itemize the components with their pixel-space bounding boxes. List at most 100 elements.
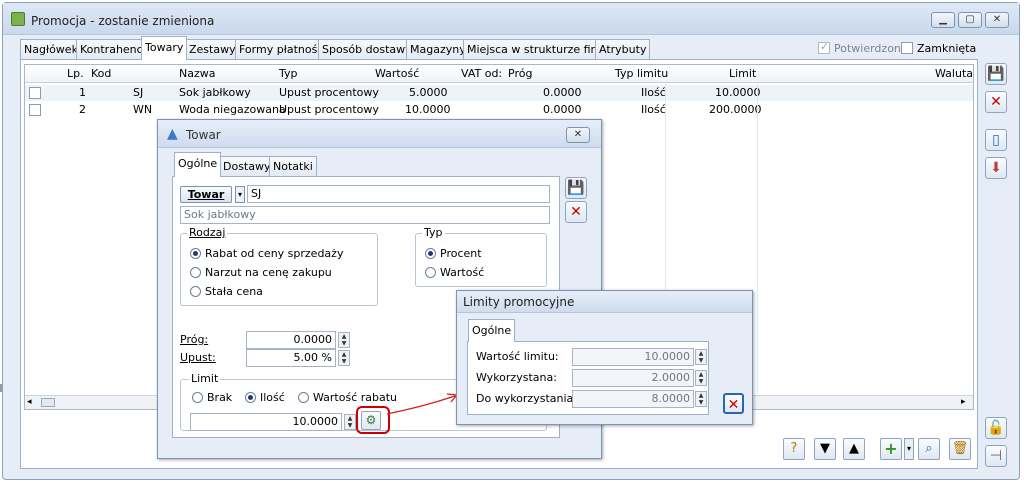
typ-radio-procent[interactable]: [425, 248, 436, 259]
rodzaj-stala-label: Stała cena: [205, 285, 263, 298]
col-lp[interactable]: Lp.: [67, 67, 84, 80]
rodzaj-radio-stala[interactable]: [190, 286, 201, 297]
do-wykorzystania-field[interactable]: 8.0000: [572, 390, 694, 408]
confirmed-label: Potwierdzona: [834, 42, 908, 55]
row-kod: SJ: [133, 86, 144, 99]
row-prog: 0.0000: [543, 103, 582, 116]
upust-label: Upust:: [180, 351, 216, 364]
towar-close-button[interactable]: ✕: [566, 127, 590, 143]
closed-checkbox[interactable]: [901, 42, 913, 54]
upust-field[interactable]: 5.00 %: [246, 349, 336, 367]
col-waluta[interactable]: Waluta: [935, 67, 973, 80]
do-wykorzystania-spinner[interactable]: ▲ ▼: [695, 391, 707, 407]
towar-triangle-icon: ▲: [167, 126, 178, 142]
col-wartosc[interactable]: Wartość: [375, 67, 419, 80]
lock-icon[interactable]: 🔓: [985, 417, 1007, 439]
wartosc-limitu-field[interactable]: 10.0000: [572, 348, 694, 366]
towar-tab-ogolne[interactable]: Ogólne: [174, 152, 222, 177]
row-typ: Upust procentowy: [279, 86, 379, 99]
col-kod[interactable]: Kod: [91, 67, 111, 80]
limit-radio-brak[interactable]: [192, 392, 203, 403]
app-icon: [11, 12, 25, 26]
limity-cancel-icon[interactable]: ✕: [723, 393, 744, 414]
row-checkbox[interactable]: [29, 87, 41, 99]
limit-radio-ilosc[interactable]: [245, 392, 256, 403]
upust-spinner[interactable]: ▲ ▼: [338, 350, 350, 366]
rodzaj-narzut-label: Narzut na cenę zakupu: [205, 266, 332, 279]
cancel-icon[interactable]: ✕: [985, 91, 1007, 113]
towar-cancel-icon[interactable]: ✕: [565, 201, 587, 223]
tab-kontrahenci[interactable]: Kontrahenci: [76, 39, 150, 59]
towar-dropdown-icon[interactable]: ▾: [235, 186, 245, 203]
limit-spinner[interactable]: ▲ ▼: [344, 414, 356, 430]
tab-sposob-dostawy[interactable]: Sposób dostawy: [318, 39, 416, 59]
pin-icon[interactable]: ⊣: [985, 445, 1007, 467]
tab-naglowek[interactable]: Nagłówek: [20, 39, 82, 59]
maximize-button[interactable]: ▢: [958, 12, 982, 28]
row-lp: 2: [79, 103, 86, 116]
wartosc-limitu-spinner[interactable]: ▲ ▼: [695, 349, 707, 365]
wykorzystana-field[interactable]: 2.0000: [572, 369, 694, 387]
save-icon[interactable]: 💾: [985, 63, 1007, 85]
scroll-thumb[interactable]: [41, 398, 55, 407]
typ-radio-wartosc[interactable]: [425, 267, 436, 278]
limity-titlebar: Limity promocyjne: [457, 291, 752, 313]
tab-towary[interactable]: Towary: [141, 36, 188, 60]
col-typ-limitu[interactable]: Typ limitu: [615, 67, 668, 80]
up-icon[interactable]: ▲: [843, 438, 865, 460]
col-vat[interactable]: VAT od:: [461, 67, 502, 80]
towar-name-field[interactable]: Sok jabłkowy: [180, 206, 550, 224]
wykorzystana-label: Wykorzystana:: [476, 371, 557, 384]
gears-icon[interactable]: ⚙: [361, 411, 381, 430]
limit-label: Limit: [189, 372, 221, 385]
col-limit[interactable]: Limit: [729, 67, 756, 80]
scroll-right-icon[interactable]: ▸: [961, 397, 966, 407]
help-icon[interactable]: ?: [783, 438, 805, 460]
tab-atrybuty[interactable]: Atrybuty: [595, 39, 651, 59]
limit-ilosc-label: Ilość: [260, 391, 285, 404]
window-title: Promocja - zostanie zmieniona: [31, 14, 215, 28]
towar-code-field[interactable]: SJ: [247, 185, 550, 203]
table-row[interactable]: 2 WN Woda niegazowana Upust procentowy 1…: [25, 102, 973, 118]
rodzaj-radio-rabat[interactable]: [190, 248, 201, 259]
table-row[interactable]: 1 SJ Sok jabłkowy Upust procentowy 5.000…: [25, 85, 973, 101]
rodzaj-radio-narzut[interactable]: [190, 267, 201, 278]
towar-save-icon[interactable]: 💾: [565, 177, 587, 199]
towar-titlebar: ▲ Towar ✕: [158, 120, 601, 148]
limit-brak-label: Brak: [207, 391, 233, 404]
add-icon[interactable]: +: [880, 438, 902, 460]
limity-tab-ogolne[interactable]: Ogólne: [468, 319, 516, 342]
towar-tab-notatki[interactable]: Notatki: [269, 156, 317, 176]
prog-field[interactable]: 0.0000: [246, 331, 336, 349]
closed-label: Zamknięta: [917, 42, 977, 55]
search-icon[interactable]: ⌕: [918, 438, 940, 460]
confirmed-checkbox[interactable]: ✓: [818, 40, 830, 54]
down-icon[interactable]: ▼: [814, 438, 836, 460]
close-button[interactable]: ✕: [985, 12, 1009, 28]
towar-button[interactable]: Towar: [180, 186, 232, 203]
col-nazwa[interactable]: Nazwa: [179, 67, 215, 80]
col-typ[interactable]: Typ: [279, 67, 298, 80]
row-checkbox[interactable]: [29, 104, 41, 116]
wykorzystana-spinner[interactable]: ▲ ▼: [695, 370, 707, 386]
col-prog[interactable]: Próg: [508, 67, 532, 80]
row-nazwa: Woda niegazowana: [179, 103, 286, 116]
row-wartosc: 5.0000: [409, 86, 448, 99]
row-typ-limitu: Ilość: [641, 103, 666, 116]
row-limit: 10.0000: [715, 86, 761, 99]
towar-tab-dostawy[interactable]: Dostawy: [219, 156, 275, 176]
tab-magazyny[interactable]: Magazyny: [406, 39, 470, 59]
add-dropdown-icon[interactable]: ▾: [904, 438, 914, 460]
scroll-left-icon[interactable]: ◂: [27, 397, 32, 407]
delete-icon[interactable]: 🗑: [949, 438, 971, 460]
tab-zestawy[interactable]: Zestawy: [185, 39, 240, 59]
book-icon[interactable]: ▯: [985, 129, 1007, 151]
minimize-button[interactable]: ▁: [931, 12, 955, 28]
tab-formy-platnosci[interactable]: Formy płatności: [235, 39, 331, 59]
limit-radio-wartosc[interactable]: [298, 392, 309, 403]
tab-miejsca[interactable]: Miejsca w strukturze firmy: [463, 39, 617, 59]
towar-title: Towar: [186, 128, 221, 142]
limit-value-field[interactable]: 10.0000: [190, 413, 342, 431]
prog-spinner[interactable]: ▲ ▼: [338, 332, 350, 348]
export-icon[interactable]: ⬇: [985, 157, 1007, 179]
